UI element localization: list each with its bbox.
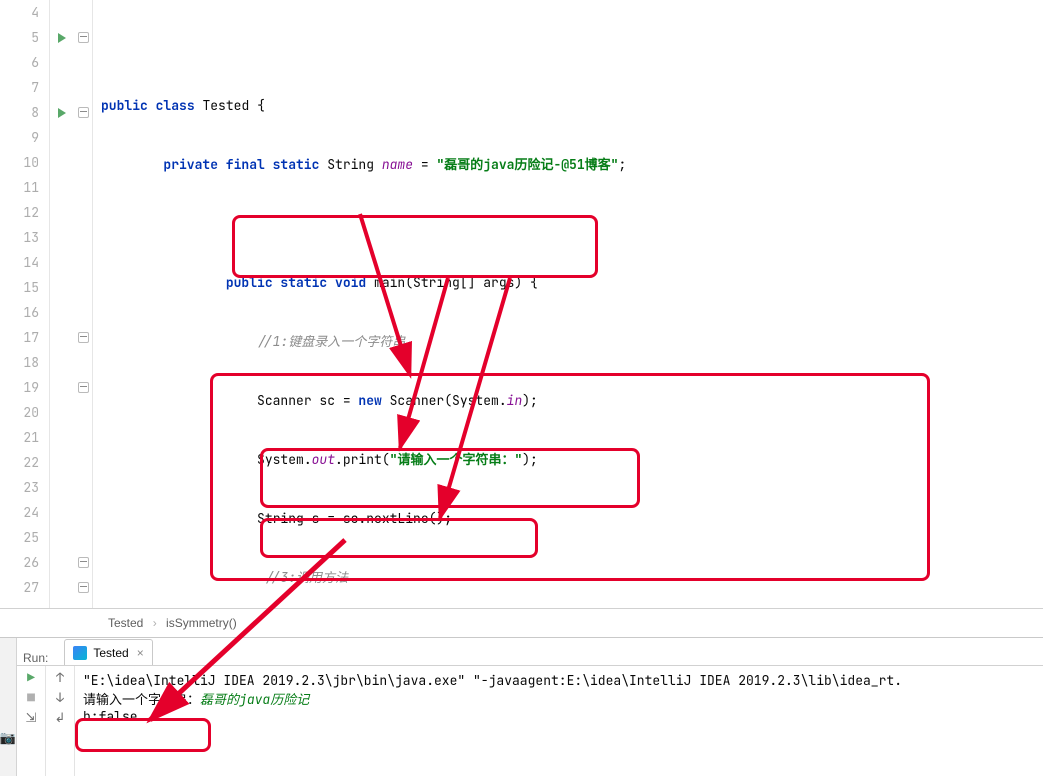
camera-icon[interactable]: 📷 [0,728,17,746]
run-tab-bar: Run: Tested × [17,638,1043,666]
application-icon [73,646,87,660]
side-tool-strip: 📷 [0,638,17,776]
run-tool-window: 📷 Run: Tested × ▶ ■ ⇲ ↑ ↓ ↲ "E:\idea\Int… [0,637,1043,776]
play-icon [58,108,66,118]
run-title: Run: [19,651,60,665]
run-toolbar-2: ↑ ↓ ↲ [46,666,75,776]
chevron-right-icon: › [153,616,157,630]
fold-end[interactable] [74,550,92,575]
breadcrumb[interactable]: Tested › isSymmetry() [0,609,1043,637]
up-icon[interactable]: ↑ [51,668,69,686]
breadcrumb-class[interactable]: Tested [108,616,143,630]
run-line-8[interactable] [50,100,74,125]
fold-toggle[interactable] [74,375,92,400]
breadcrumb-method[interactable]: isSymmetry() [166,616,237,630]
fold-end[interactable] [74,325,92,350]
console-prompt: 请输入一个字符串： [83,691,200,708]
play-icon [58,33,66,43]
console-result: b:false [83,708,138,725]
down-icon[interactable]: ↓ [51,688,69,706]
play-icon[interactable]: ▶ [22,668,40,686]
close-icon[interactable]: × [137,646,144,660]
run-line-5[interactable] [50,25,74,50]
fold-end[interactable] [74,575,92,600]
stop-icon[interactable]: ■ [22,688,40,706]
soft-wrap-icon[interactable]: ↲ [51,708,69,726]
editor-area: 4567 891011 12131415 16171819 20212223 2… [0,0,1043,609]
code-editor[interactable]: public class Tested { private final stat… [93,0,1043,608]
run-toolbar-1: ▶ ■ ⇲ [17,666,46,776]
console-output[interactable]: "E:\idea\IntelliJ IDEA 2019.2.3\jbr\bin\… [75,666,1043,776]
wrap-icon[interactable]: ⇲ [22,708,40,726]
console-user-input: 磊哥的java历险记 [200,691,309,708]
console-cmd: "E:\idea\IntelliJ IDEA 2019.2.3\jbr\bin\… [83,672,902,689]
run-marker-column [50,0,74,608]
run-tab-tested[interactable]: Tested × [64,639,152,665]
fold-toggle[interactable] [74,100,92,125]
fold-toggle[interactable] [74,25,92,50]
line-number-gutter[interactable]: 4567 891011 12131415 16171819 20212223 2… [0,0,50,608]
fold-column [74,0,93,608]
